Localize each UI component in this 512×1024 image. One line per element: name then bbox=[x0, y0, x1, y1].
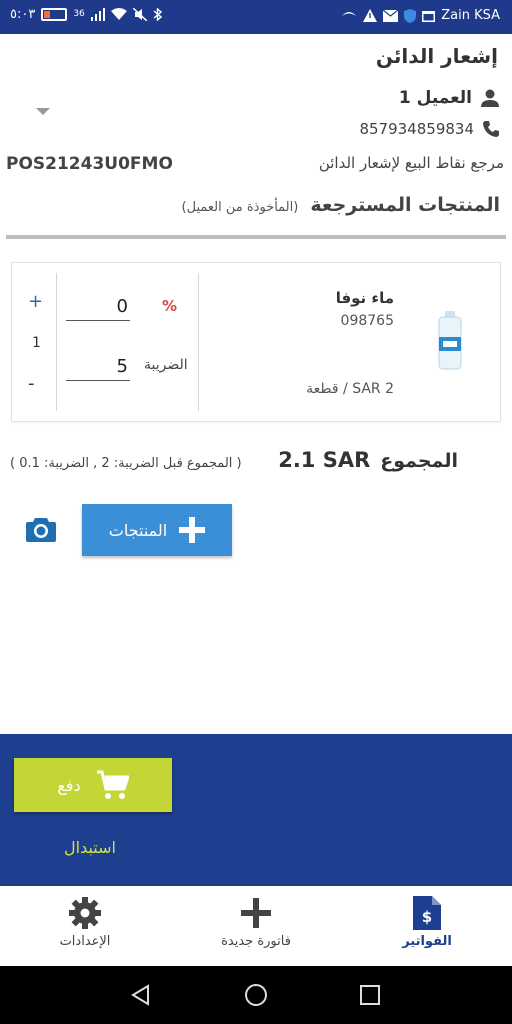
nav-new-invoice-label: فاتورة جديدة bbox=[221, 934, 291, 949]
product-price: SAR 2 / قطعة bbox=[306, 381, 394, 397]
invoice-icon: $ bbox=[413, 896, 441, 930]
section-title: المنتجات المسترجعة bbox=[310, 194, 500, 216]
plus-icon bbox=[241, 898, 271, 928]
nav-invoices-label: الفواتير bbox=[402, 934, 452, 949]
discount-percent-label: % bbox=[162, 297, 178, 315]
total-breakdown: ( المجموع قبل الضريبة: 2 , الضريبة: 0.1 … bbox=[10, 456, 242, 471]
reference-label: مرجع نقاط البيع لإشعار الدائن bbox=[318, 154, 504, 172]
page-title: إشعار الدائن bbox=[375, 44, 498, 68]
cart-icon bbox=[96, 770, 129, 799]
checkout-panel: دفع استبدال bbox=[0, 734, 512, 886]
nav-invoices[interactable]: $ الفواتير bbox=[362, 896, 492, 949]
carrier-name: Zain KSA bbox=[441, 8, 500, 23]
client-phone-row: 857934859834 bbox=[359, 120, 500, 138]
svg-text:$: $ bbox=[422, 908, 432, 926]
chevron-down-icon[interactable] bbox=[36, 108, 50, 115]
network-type: 36 bbox=[73, 9, 85, 19]
back-icon[interactable] bbox=[130, 984, 152, 1006]
clock-text: ٥:٠٣ bbox=[10, 7, 36, 22]
client-phone: 857934859834 bbox=[359, 120, 474, 138]
mail-icon bbox=[383, 9, 399, 22]
status-bar: ٥:٠٣ 36 Zain KSA bbox=[0, 0, 512, 34]
quantity-value: 1 bbox=[32, 335, 41, 351]
total-row: المجموع 2.1 SAR bbox=[278, 448, 458, 472]
battery-icon bbox=[41, 8, 68, 21]
recents-icon[interactable] bbox=[359, 984, 381, 1006]
returned-products-header: المنتجات المسترجعة (المأخوذة من العميل) bbox=[182, 194, 500, 216]
signal-icon bbox=[90, 8, 105, 21]
reference-value: POS21243U0FMO bbox=[6, 154, 173, 174]
product-code: 098765 bbox=[340, 313, 394, 329]
replace-link[interactable]: استبدال bbox=[64, 838, 116, 857]
pay-button[interactable]: دفع bbox=[14, 758, 172, 812]
home-icon[interactable] bbox=[244, 983, 268, 1007]
product-name: ماء نوفا bbox=[335, 289, 394, 307]
nfc-icon bbox=[342, 11, 357, 16]
bluetooth-icon bbox=[153, 8, 162, 21]
gear-icon bbox=[69, 897, 101, 929]
product-card: ماء نوفا 098765 SAR 2 / قطعة % الضريبة +… bbox=[11, 262, 501, 422]
card-divider bbox=[56, 273, 57, 411]
section-subtitle: (المأخوذة من العميل) bbox=[181, 200, 299, 215]
client-name: العميل 1 bbox=[398, 88, 472, 108]
plus-icon bbox=[179, 517, 206, 543]
nav-new-invoice[interactable]: فاتورة جديدة bbox=[191, 896, 321, 949]
pay-button-label: دفع bbox=[57, 775, 81, 795]
system-navigation-bar bbox=[0, 966, 512, 1024]
quantity-decrease-button[interactable]: - bbox=[28, 373, 35, 394]
tax-input[interactable] bbox=[66, 353, 130, 381]
warning-icon bbox=[363, 9, 378, 22]
shield-icon bbox=[404, 8, 417, 23]
add-products-button[interactable]: المنتجات bbox=[82, 504, 232, 556]
quantity-increase-button[interactable]: + bbox=[28, 291, 43, 312]
nav-settings[interactable]: الإعدادات bbox=[20, 896, 150, 949]
card-divider bbox=[198, 273, 199, 411]
tax-label: الضريبة bbox=[144, 357, 188, 373]
section-divider bbox=[6, 235, 506, 239]
total-value: 2.1 SAR bbox=[278, 448, 371, 472]
wifi-icon bbox=[110, 8, 127, 20]
total-label: المجموع bbox=[380, 450, 458, 472]
product-image bbox=[438, 311, 462, 370]
calendar-icon bbox=[422, 11, 436, 22]
mute-icon bbox=[132, 8, 147, 21]
person-icon bbox=[481, 89, 499, 107]
products-button-label: المنتجات bbox=[108, 520, 168, 540]
discount-input[interactable] bbox=[66, 293, 130, 321]
camera-icon[interactable] bbox=[26, 516, 56, 542]
phone-icon bbox=[483, 121, 499, 137]
nav-settings-label: الإعدادات bbox=[59, 934, 111, 949]
bottom-navigation: الإعدادات فاتورة جديدة $ الفواتير bbox=[0, 886, 512, 966]
client-selector[interactable]: العميل 1 bbox=[399, 88, 500, 108]
